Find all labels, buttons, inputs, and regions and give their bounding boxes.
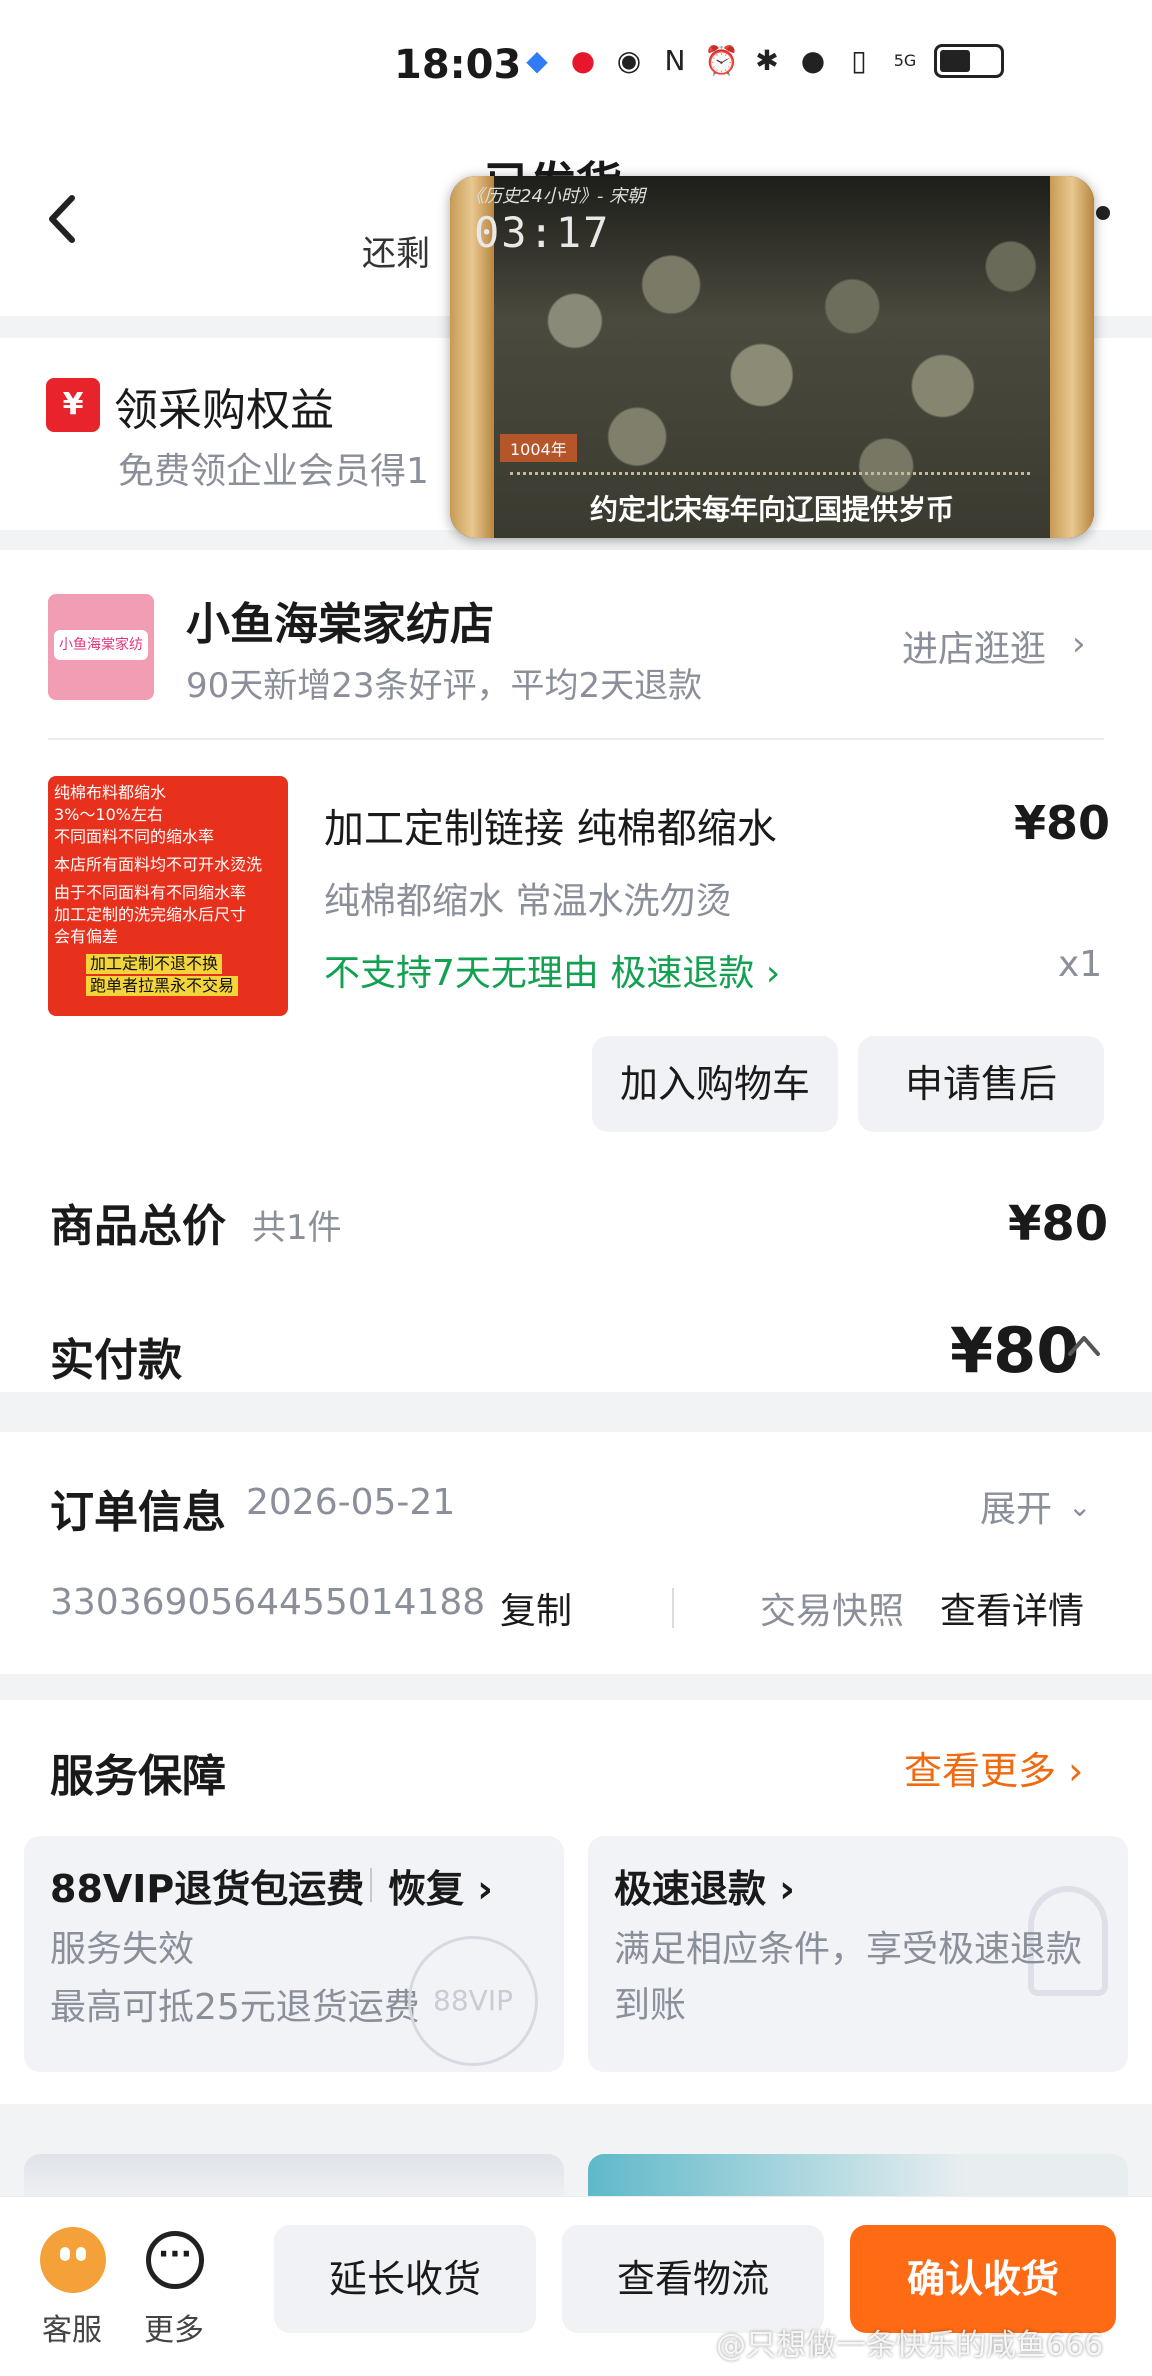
service-item-title: 极速退款 ›: [614, 1867, 795, 1911]
product-image-line: 本店所有面料均不可开水烫洗: [54, 855, 263, 874]
divider: [48, 738, 1104, 740]
product-image-line: 加工定制的洗完缩水后尺寸: [54, 905, 247, 924]
page-subtitle: 还剩: [362, 234, 430, 274]
add-to-cart-button[interactable]: 加入购物车: [592, 1036, 838, 1132]
product-service-tags[interactable]: 不支持7天无理由 极速退款 ›: [324, 944, 780, 996]
trade-snapshot-link[interactable]: 交易快照: [760, 1582, 904, 1634]
chevron-up-icon[interactable]: [1066, 1330, 1102, 1360]
weibo-icon: ●: [570, 44, 596, 77]
chevron-right-icon: ›: [765, 953, 781, 994]
chevron-right-icon[interactable]: ›: [1072, 624, 1086, 664]
shop-logo[interactable]: 小鱼海棠家纺: [48, 594, 154, 700]
product-quantity: x1: [1058, 944, 1103, 985]
paid-label: 实付款: [50, 1335, 182, 1386]
product-title[interactable]: 加工定制链接 纯棉都缩水: [324, 796, 777, 854]
benefit-subtitle: 免费领企业会员得1: [118, 451, 429, 492]
video-timer: 03:17: [474, 208, 611, 257]
service-item-desc: 满足相应条件，享受极速退款: [614, 1929, 1083, 1970]
expand-button[interactable]: 展开: [980, 1480, 1052, 1532]
confirm-receipt-button[interactable]: 确认收货: [850, 2225, 1116, 2333]
floating-video-player[interactable]: 《历史24小时》- 宋朝 03:17 1004年 约定北宋每年向辽国提供岁币: [450, 176, 1094, 538]
copy-button[interactable]: 复制: [500, 1582, 572, 1634]
location-icon: ●: [800, 44, 826, 77]
service-guarantee-card: 服务保障 查看更多 › 88VIP退货包运费 恢复 › 服务失效 最高可抵25元…: [0, 1700, 1152, 2104]
enter-shop-link[interactable]: 进店逛逛: [902, 620, 1046, 672]
vibrate-icon: ▯: [851, 44, 867, 77]
video-series-label: 《历史24小时》- 宋朝: [466, 186, 646, 207]
total-price-label: 商品总价: [50, 1201, 226, 1252]
more-menu-icon[interactable]: [1096, 206, 1110, 220]
product-image-highlight: 加工定制不退不换: [86, 954, 223, 974]
yuan-icon: ¥: [46, 378, 100, 432]
product-image-line: 会有偏差: [54, 927, 119, 946]
video-year-label: 1004年: [500, 434, 577, 462]
back-button[interactable]: [38, 184, 88, 254]
chevron-down-icon[interactable]: ⌄: [1068, 1490, 1091, 1523]
view-details-link[interactable]: 查看详情: [940, 1582, 1084, 1634]
item-count: 共1件: [252, 1208, 342, 1248]
status-icons: ◆ ● ◉ N ⏰ ✱ ● ▯ 5G: [520, 44, 1004, 78]
88vip-stamp-icon: 88VIP: [408, 1936, 538, 2066]
divider: [672, 1588, 674, 1628]
total-price: ¥80: [1008, 1196, 1109, 1252]
service-title: 服务保障: [50, 1751, 226, 1802]
order-info-card: 订单信息 2026-05-21 展开 ⌄ 3303690564455014188…: [0, 1432, 1152, 1674]
service-more-link[interactable]: 查看更多 ›: [904, 1740, 1083, 1795]
shop-logo-text: 小鱼海棠家纺: [54, 630, 148, 660]
benefit-title: 领采购权益: [114, 385, 334, 436]
signal-icon: 5G: [893, 51, 917, 70]
service-item-title-text: 极速退款: [614, 1867, 767, 1911]
video-timeline[interactable]: [510, 472, 1030, 476]
product-image-line: 3%～10%左右: [54, 805, 163, 824]
restore-label: 恢复: [388, 1867, 465, 1911]
service-item-fast-refund[interactable]: 极速退款 › 满足相应条件，享受极速退款 到账: [588, 1836, 1128, 2072]
service-item-desc: 到账: [614, 1985, 687, 2026]
product-image-line: 由于不同面料有不同缩水率: [54, 883, 247, 902]
order-date: 2026-05-21: [246, 1482, 456, 1523]
view-logistics-button[interactable]: 查看物流: [562, 2225, 824, 2333]
customer-service-label[interactable]: 客服: [42, 2305, 102, 2349]
service-item-desc: 最高可抵25元退货运费: [50, 1987, 420, 2028]
shop-order-card: 小鱼海棠家纺 小鱼海棠家纺店 90天新增23条好评，平均2天退款 进店逛逛 › …: [0, 550, 1152, 1392]
bluetooth-icon: ✱: [755, 44, 779, 77]
more-icon[interactable]: ···: [146, 2231, 204, 2289]
product-image-highlight: 跑单者拉黑永不交易: [86, 976, 239, 996]
product-tags-text: 不支持7天无理由 极速退款: [324, 953, 755, 994]
product-price: ¥80: [1014, 796, 1111, 850]
service-item-status: 服务失效: [50, 1929, 195, 1970]
more-label[interactable]: 更多: [144, 2305, 204, 2349]
product-image-line: 不同面料不同的缩水率: [54, 827, 215, 846]
service-item-title: 88VIP退货包运费: [50, 1867, 365, 1911]
eye-icon: ◉: [616, 44, 642, 77]
scroll-right-decoration: [1050, 176, 1094, 538]
order-info-title: 订单信息: [50, 1487, 226, 1538]
restore-link[interactable]: 恢复 ›: [388, 1858, 493, 1913]
nfc-icon: N: [664, 44, 686, 77]
product-image-line: 纯棉布料都缩水: [54, 783, 167, 802]
shop-stats: 90天新增23条好评，平均2天退款: [186, 666, 703, 706]
alarm-icon: ⏰: [704, 44, 739, 77]
order-number: 3303690564455014188: [50, 1582, 486, 1623]
status-bar: 18:03 ◆ ● ◉ N ⏰ ✱ ● ▯ 5G: [0, 0, 1152, 140]
extend-receipt-button[interactable]: 延长收货: [274, 2225, 536, 2333]
customer-service-icon[interactable]: [40, 2227, 106, 2293]
shield-icon: ◆: [526, 44, 548, 77]
battery-icon: [934, 44, 1004, 78]
watermark: @只想做一条快乐的咸鱼666: [716, 2328, 1104, 2363]
paid-amount: ¥80: [950, 1314, 1080, 1387]
after-sale-button[interactable]: 申请售后: [858, 1036, 1104, 1132]
video-caption: 约定北宋每年向辽国提供岁币: [589, 493, 954, 526]
chevron-left-icon: [49, 195, 75, 243]
service-more-label: 查看更多: [904, 1749, 1057, 1793]
shop-name[interactable]: 小鱼海棠家纺店: [186, 588, 494, 652]
product-spec: 纯棉都缩水 常温水洗勿烫: [324, 881, 732, 922]
product-image[interactable]: 纯棉布料都缩水 3%～10%左右 不同面料不同的缩水率 本店所有面料均不可开水烫…: [48, 776, 288, 1016]
service-item-88vip[interactable]: 88VIP退货包运费 恢复 › 服务失效 最高可抵25元退货运费 88VIP: [24, 1836, 564, 2072]
divider: [370, 1868, 372, 1902]
status-time: 18:03: [394, 42, 522, 88]
